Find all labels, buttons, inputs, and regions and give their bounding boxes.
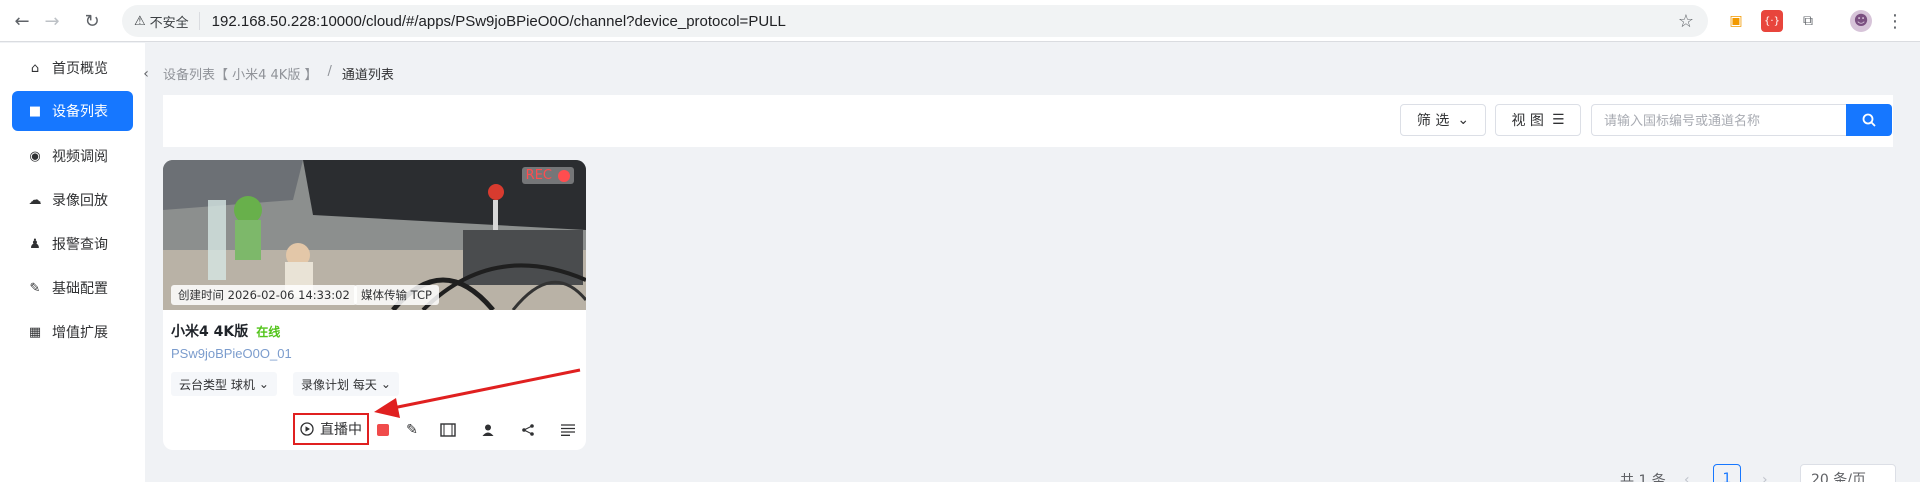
chevron-down-icon: ⌄ <box>380 377 391 391</box>
sidebar-item-alarm[interactable]: ♟ 报警查询 <box>12 224 133 264</box>
breadcrumb: 设备列表【 小米4 4K版 】 / 通道列表 <box>163 64 394 83</box>
recording-indicator: REC <box>521 167 574 184</box>
collapse-sidebar-icon[interactable]: ‹ <box>138 64 154 84</box>
sidebar-item-video[interactable]: ◉ 视频调阅 <box>12 136 133 176</box>
pagination-total: 共 1 条 <box>1620 473 1666 482</box>
prev-page-icon[interactable]: ‹ <box>1684 465 1690 482</box>
chevron-down-icon: ⌄ <box>1457 112 1470 128</box>
user-icon[interactable] <box>479 421 497 439</box>
security-indicator[interactable]: ⚠ 不安全 <box>134 12 200 31</box>
share-icon[interactable] <box>519 421 537 439</box>
device-id: PSw9joBPieO0O_01 <box>171 346 292 361</box>
device-name: 小米4 4K版 <box>171 324 249 340</box>
sidebar: ⌂ 首页概览 ■ 设备列表 ◉ 视频调阅 ☁ 录像回放 ♟ 报警查询 ✎ 基础配… <box>0 43 145 482</box>
reload-icon[interactable]: ↻ <box>78 7 106 35</box>
film-icon[interactable] <box>439 421 457 439</box>
chevron-down-icon: ⌄ <box>258 377 269 391</box>
channel-card[interactable]: REC 创建时间 2026-02-06 14:33:02 媒体传输 TCP 小米… <box>163 160 586 450</box>
device-title: 小米4 4K版 在线 <box>171 321 280 341</box>
live-button[interactable]: 直播中 <box>293 413 369 445</box>
apps-icon: ▦ <box>28 324 42 340</box>
camera-icon: ■ <box>28 103 42 119</box>
extension-copy-icon[interactable]: ▣ <box>1725 10 1747 32</box>
browser-toolbar: ← → ↻ ⚠ 不安全 192.168.50.228:10000/cloud/#… <box>0 0 1920 42</box>
address-bar[interactable]: ⚠ 不安全 192.168.50.228:10000/cloud/#/apps/… <box>122 5 1708 37</box>
camera-snapshot[interactable]: REC 创建时间 2026-02-06 14:33:02 媒体传输 TCP <box>163 160 586 310</box>
breadcrumb-parent[interactable]: 设备列表【 小米4 4K版 】 <box>163 64 317 83</box>
transport-tag: 媒体传输 TCP <box>354 285 439 305</box>
filter-toolbar: 筛 选 ⌄ 视 图 ☰ <box>163 95 1893 147</box>
profile-avatar[interactable]: ☻ <box>1850 10 1872 32</box>
edit-icon: ✎ <box>29 280 41 296</box>
cloud-icon: ☁ <box>28 192 42 208</box>
card-actions: 直播中 ✎ <box>163 413 586 445</box>
back-icon[interactable]: ← <box>8 7 36 35</box>
warning-icon: ⚠ <box>134 13 146 29</box>
url-text[interactable]: 192.168.50.228:10000/cloud/#/apps/PSw9jo… <box>200 13 786 30</box>
breadcrumb-separator: / <box>327 64 332 79</box>
next-page-icon[interactable]: › <box>1762 465 1768 482</box>
browser-menu-icon[interactable]: ⋮ <box>1884 10 1906 32</box>
page-size-select[interactable]: 20 条/页 <box>1800 464 1896 482</box>
sidebar-item-extensions[interactable]: ▦ 增值扩展 <box>12 312 133 352</box>
sidebar-item-playback[interactable]: ☁ 录像回放 <box>12 180 133 220</box>
breadcrumb-current: 通道列表 <box>341 68 394 83</box>
forward-icon[interactable]: → <box>38 7 66 35</box>
filter-button[interactable]: 筛 选 ⌄ <box>1400 104 1486 136</box>
created-time-tag: 创建时间 2026-02-06 14:33:02 <box>171 285 357 305</box>
list-icon: ☰ <box>1551 112 1565 128</box>
rec-dot-icon <box>558 169 570 182</box>
status-badge: 在线 <box>256 324 281 339</box>
home-icon: ⌂ <box>30 60 40 76</box>
more-list-icon[interactable] <box>559 421 577 439</box>
stop-icon[interactable] <box>374 421 392 439</box>
extension-code-icon[interactable]: {·} <box>1761 10 1783 32</box>
search-button[interactable] <box>1846 104 1892 136</box>
extensions-puzzle-icon[interactable]: ⧉ <box>1797 10 1819 32</box>
play-circle-icon <box>300 422 314 436</box>
search-icon <box>1862 113 1876 127</box>
search-input[interactable] <box>1591 104 1846 136</box>
sidebar-item-config[interactable]: ✎ 基础配置 <box>12 268 133 308</box>
ptz-type-dropdown[interactable]: 云台类型 球机 ⌄ <box>171 372 277 396</box>
page-number[interactable]: 1 <box>1713 464 1741 482</box>
sidebar-item-devices[interactable]: ■ 设备列表 <box>12 91 133 131</box>
play-circle-icon: ◉ <box>29 148 41 164</box>
alarm-icon: ♟ <box>29 236 41 252</box>
sidebar-item-home[interactable]: ⌂ 首页概览 <box>12 48 133 88</box>
edit-icon[interactable]: ✎ <box>403 421 421 439</box>
bookmark-star-icon[interactable]: ☆ <box>1678 11 1694 32</box>
record-plan-dropdown[interactable]: 录像计划 每天 ⌄ <box>293 372 399 396</box>
view-button[interactable]: 视 图 ☰ <box>1495 104 1581 136</box>
